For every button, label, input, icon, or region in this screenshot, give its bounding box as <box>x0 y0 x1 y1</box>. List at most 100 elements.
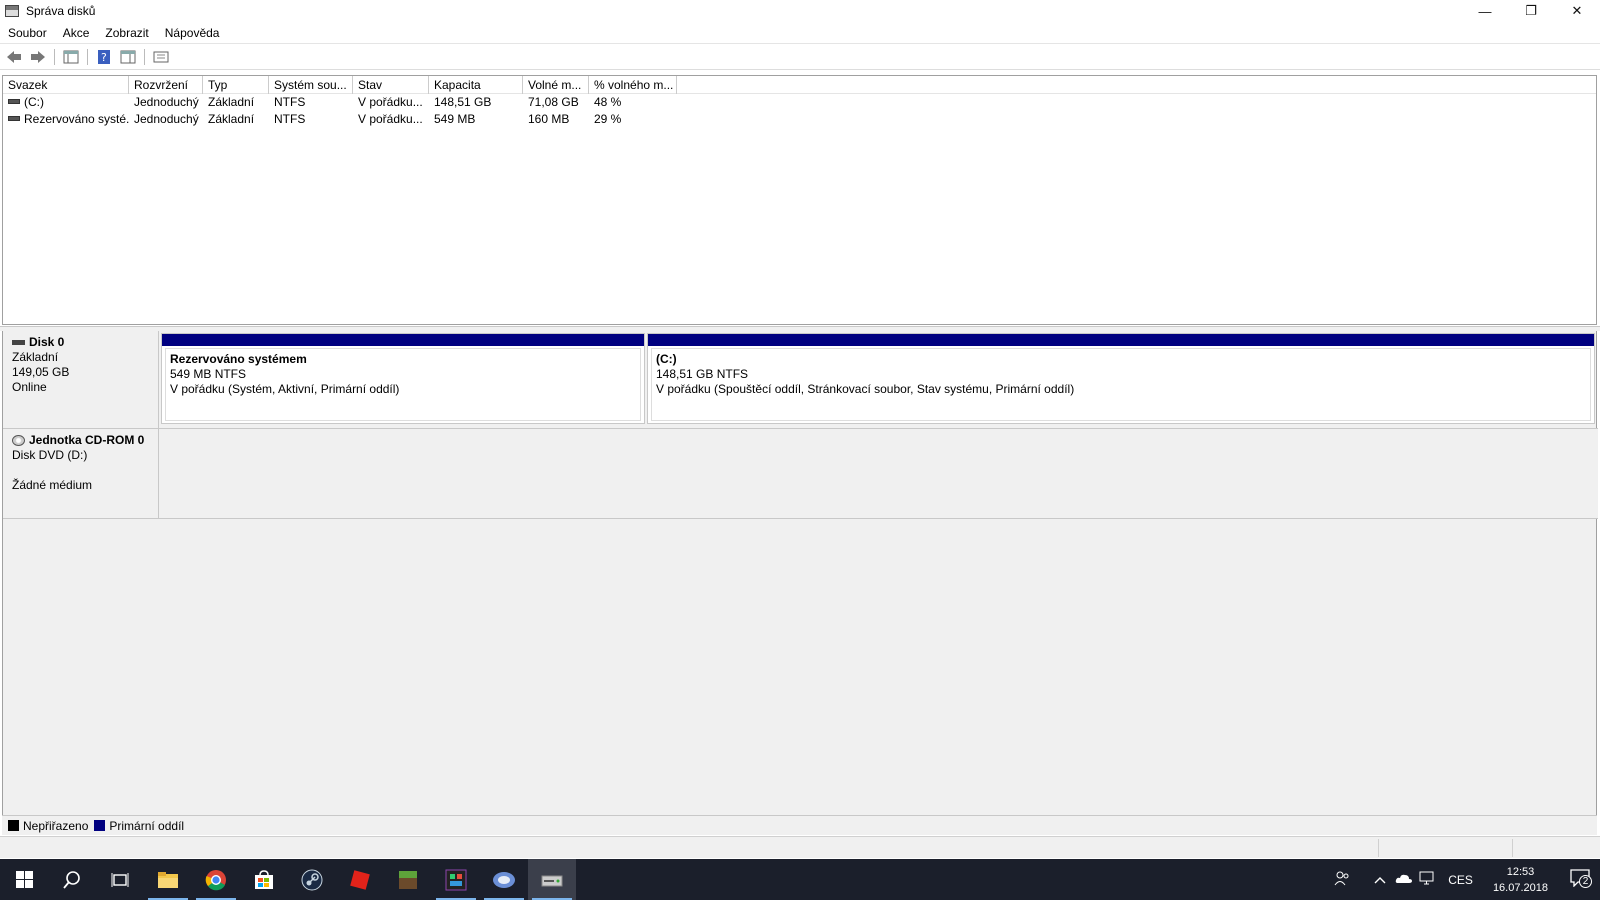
game-icon[interactable] <box>432 859 480 900</box>
volume-list-header: Svazek Rozvržení Typ Systém sou... Stav … <box>3 76 1596 94</box>
toolbar: ? <box>0 45 1600 70</box>
action-center-icon[interactable]: 2 <box>1560 869 1600 890</box>
cell-typ: Základní <box>208 112 255 126</box>
primary-partition-bar <box>648 334 1594 346</box>
table-row[interactable]: Rezervováno systé... Jednoduchý Základní… <box>3 111 1596 128</box>
toolbar-separator <box>54 49 55 65</box>
search-icon[interactable] <box>48 859 96 900</box>
legend-item-unallocated: Nepřiřazeno <box>8 819 88 833</box>
column-stav[interactable]: Stav <box>353 76 429 94</box>
properties-icon[interactable] <box>151 48 171 66</box>
taskbar: CES 12:53 16.07.2018 2 <box>0 859 1600 900</box>
disk-0-info[interactable]: Disk 0 Základní 149,05 GB Online <box>3 331 159 428</box>
column-procento-volneho[interactable]: % volného m... <box>589 76 677 94</box>
cdrom-0-name: Jednotka CD-ROM 0 <box>29 433 145 447</box>
disk-0-row[interactable]: Disk 0 Základní 149,05 GB Online Rezervo… <box>3 331 1598 429</box>
disk-0-header: Disk 0 <box>12 335 149 350</box>
disk-management-icon[interactable] <box>528 859 576 900</box>
restore-button[interactable]: ❐ <box>1508 0 1554 22</box>
disk-0-size: 149,05 GB <box>12 365 70 379</box>
column-rozvrzeni[interactable]: Rozvržení <box>129 76 203 94</box>
close-button[interactable]: ✕ <box>1554 0 1600 22</box>
column-kapacita[interactable]: Kapacita <box>429 76 523 94</box>
cdrom-0-status: Žádné médium <box>12 478 93 492</box>
menu-akce[interactable]: Akce <box>55 26 98 40</box>
action-pane-icon[interactable] <box>118 48 138 66</box>
steam-icon[interactable] <box>288 859 336 900</box>
task-view-icon[interactable] <box>96 859 144 900</box>
menu-napoveda[interactable]: Nápověda <box>157 26 228 40</box>
cdrom-0-info[interactable]: Jednotka CD-ROM 0 Disk DVD (D:) Žádné mé… <box>3 429 159 518</box>
chrome-icon[interactable] <box>192 859 240 900</box>
column-typ[interactable]: Typ <box>203 76 269 94</box>
cell-rozvrzeni: Jednoduchý <box>134 95 199 109</box>
column-volne-misto[interactable]: Volné m... <box>523 76 589 94</box>
partition-size: 148,51 GB NTFS <box>656 367 749 381</box>
status-separator <box>1512 839 1513 857</box>
volume-name: Rezervováno systé... <box>24 112 129 126</box>
partition-c[interactable]: (C:) 148,51 GB NTFS V pořádku (Spouštěcí… <box>647 333 1595 424</box>
console-tree-icon[interactable] <box>61 48 81 66</box>
cell-stav: V pořádku... <box>358 95 423 109</box>
start-icon[interactable] <box>0 859 48 900</box>
partition-reserved[interactable]: Rezervováno systémem 549 MB NTFS V pořád… <box>161 333 645 424</box>
toolbar-separator <box>144 49 145 65</box>
disk-map-pane[interactable]: Disk 0 Základní 149,05 GB Online Rezervo… <box>2 331 1598 819</box>
table-row[interactable]: (C:) Jednoduchý Základní NTFS V pořádku.… <box>3 94 1596 111</box>
cell-svazek: Rezervováno systé... <box>3 111 129 128</box>
legend-swatch <box>8 820 19 831</box>
disk-0-partitions: Rezervováno systémem 549 MB NTFS V pořád… <box>161 333 1595 424</box>
notification-count: 2 <box>1579 875 1592 888</box>
partition-status: V pořádku (Systém, Aktivní, Primární odd… <box>170 382 400 396</box>
cdrom-0-type: Disk DVD (D:) <box>12 448 88 462</box>
hard-disk-icon <box>12 340 25 345</box>
legend-swatch <box>94 820 106 831</box>
volume-name: (C:) <box>24 95 44 109</box>
menu-zobrazit[interactable]: Zobrazit <box>97 26 156 40</box>
network-icon[interactable] <box>1416 871 1440 888</box>
store-icon[interactable] <box>240 859 288 900</box>
file-explorer-icon[interactable] <box>144 859 192 900</box>
legend-item-primary: Primární oddíl <box>94 819 184 833</box>
primary-partition-bar <box>162 334 644 346</box>
network-app-icon[interactable] <box>480 859 528 900</box>
cell-system: NTFS <box>274 95 306 109</box>
menu-soubor[interactable]: Soubor <box>0 26 55 40</box>
clock-time: 12:53 <box>1506 865 1535 878</box>
window-controls: — ❐ ✕ <box>1462 0 1600 22</box>
cdrom-0-row[interactable]: Jednotka CD-ROM 0 Disk DVD (D:) Žádné mé… <box>3 429 1598 519</box>
minimize-button[interactable]: — <box>1462 0 1508 22</box>
cell-stav: V pořádku... <box>358 112 423 126</box>
status-bar <box>0 836 1600 858</box>
clock-date: 16.07.2018 <box>1492 881 1548 894</box>
partition-reserved-details: Rezervováno systémem 549 MB NTFS V pořád… <box>165 348 641 421</box>
partition-c-details: (C:) 148,51 GB NTFS V pořádku (Spouštěcí… <box>651 348 1591 421</box>
system-tray: CES 12:53 16.07.2018 2 <box>1330 859 1600 900</box>
column-system-souboru[interactable]: Systém sou... <box>269 76 353 94</box>
legend-label: Nepřiřazeno <box>23 818 89 833</box>
legend: Nepřiřazeno Primární oddíl <box>2 815 1597 835</box>
legend-label: Primární oddíl <box>109 818 185 833</box>
back-arrow-icon[interactable] <box>4 48 24 66</box>
volume-list[interactable]: Svazek Rozvržení Typ Systém sou... Stav … <box>2 75 1597 325</box>
disk-0-status: Online <box>12 380 47 394</box>
language-indicator[interactable]: CES <box>1448 873 1473 887</box>
clock[interactable]: 12:53 16.07.2018 <box>1493 864 1548 896</box>
forward-arrow-icon[interactable] <box>28 48 48 66</box>
toolbar-separator <box>87 49 88 65</box>
disk-0-name: Disk 0 <box>29 335 65 349</box>
roblox-icon[interactable] <box>336 859 384 900</box>
disk-management-app-icon <box>5 5 19 17</box>
column-svazek[interactable]: Svazek <box>3 76 129 94</box>
cell-rozvrzeni: Jednoduchý <box>134 112 199 126</box>
partition-status: V pořádku (Spouštěcí oddíl, Stránkovací … <box>656 382 1075 396</box>
onedrive-icon[interactable] <box>1392 871 1416 888</box>
help-icon[interactable]: ? <box>94 48 114 66</box>
minecraft-icon[interactable] <box>384 859 432 900</box>
chevron-up-icon[interactable] <box>1368 872 1392 887</box>
people-icon[interactable] <box>1330 870 1354 889</box>
partition-name: (C:) <box>656 352 677 366</box>
partition-size: 549 MB NTFS <box>170 367 247 381</box>
cdrom-0-header: Jednotka CD-ROM 0 <box>12 433 149 448</box>
